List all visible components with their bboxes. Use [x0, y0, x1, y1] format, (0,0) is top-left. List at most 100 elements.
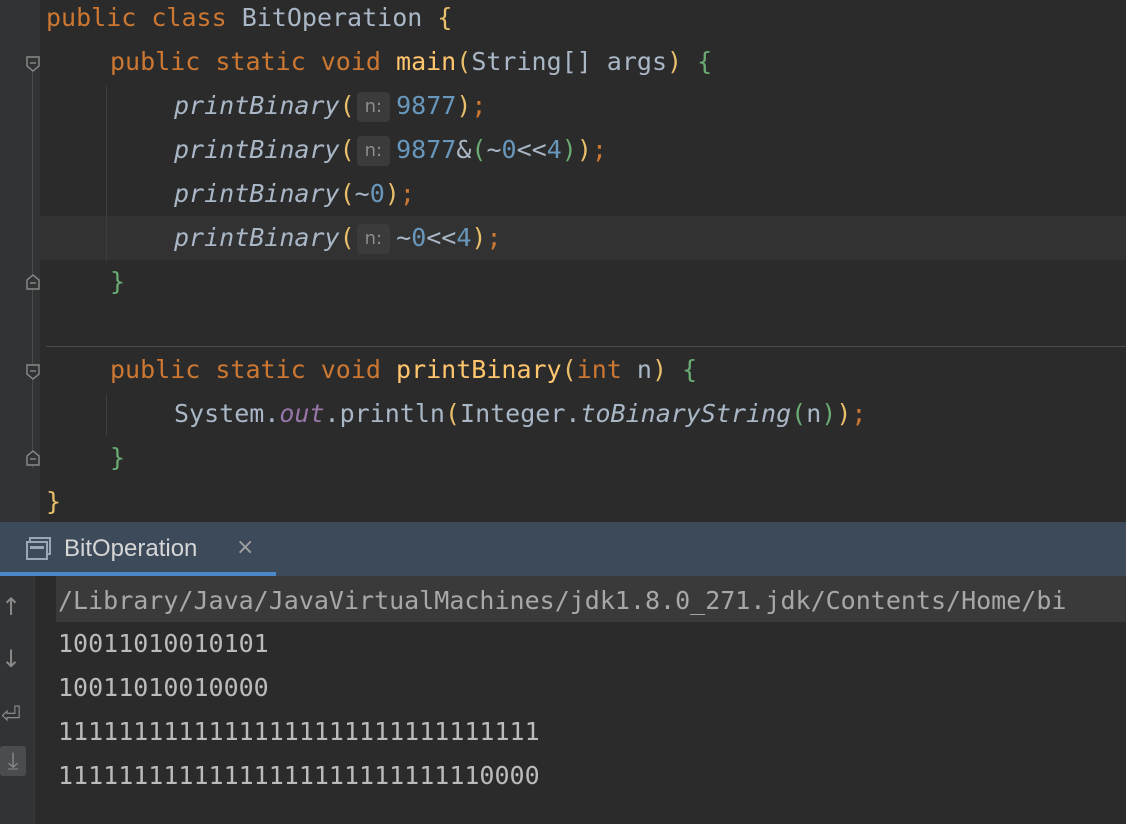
fold-guide — [32, 64, 33, 468]
dot: . — [565, 399, 581, 428]
paren: ) — [651, 355, 668, 384]
keyword: class — [151, 3, 227, 32]
operator: ~ — [396, 223, 412, 252]
indent-guide — [106, 86, 107, 262]
param-type: int — [576, 355, 622, 384]
method-name: main — [396, 47, 457, 76]
code-line[interactable]: public class BitOperation { — [46, 0, 452, 40]
output-line: 10011010010101 — [58, 629, 269, 658]
keyword: void — [320, 47, 381, 76]
keyword: static — [215, 355, 306, 384]
number-literal: 0 — [501, 135, 517, 164]
operator: << — [516, 135, 547, 164]
soft-wrap-icon[interactable]: ⏎ — [0, 700, 22, 730]
command-line: /Library/Java/JavaVirtualMachines/jdk1.8… — [58, 586, 1067, 615]
class-ref: Integer — [460, 399, 566, 428]
scroll-to-end-icon[interactable]: ⤓ — [0, 746, 26, 776]
paren: ( — [561, 355, 577, 384]
paren: ) — [576, 135, 592, 164]
fold-icon[interactable] — [26, 56, 40, 72]
method-call: println — [339, 399, 445, 428]
paren: ( — [791, 399, 807, 428]
parameter-hint: n: — [356, 136, 391, 166]
code-line[interactable]: public static void printBinary(int n) { — [110, 348, 697, 392]
number-literal: 4 — [456, 223, 472, 252]
param-name: n — [806, 399, 822, 428]
method-call: printBinary — [174, 179, 340, 208]
semicolon: ; — [471, 91, 487, 120]
up-arrow-icon[interactable]: ↑ — [0, 592, 22, 622]
semicolon: ; — [591, 135, 607, 164]
run-panel-header: BitOperation × — [0, 522, 1126, 576]
paren: ) — [384, 179, 400, 208]
code-line[interactable]: public static void main(String[] args) { — [110, 40, 712, 84]
number-literal: 9877 — [396, 135, 457, 164]
console-output[interactable]: /Library/Java/JavaVirtualMachines/jdk1.8… — [46, 576, 1126, 824]
number-literal: 9877 — [396, 91, 457, 120]
param-name: n — [636, 355, 652, 384]
paren: ) — [821, 399, 837, 428]
code-line[interactable]: printBinary(n: ~0<<4); — [174, 216, 502, 260]
keyword: public — [46, 3, 137, 32]
semicolon: ; — [399, 179, 415, 208]
code-line[interactable]: printBinary(~0); — [174, 172, 415, 216]
code-line[interactable]: System.out.println(Integer.toBinaryStrin… — [174, 392, 866, 436]
code-line[interactable]: } — [110, 436, 125, 480]
run-panel: BitOperation × ↑ ↓ ⏎ ⤓ /Library/Java/Jav… — [0, 522, 1126, 824]
run-toolbar: ↑ ↓ ⏎ ⤓ — [0, 576, 35, 824]
code-line[interactable]: } — [46, 480, 61, 522]
operator: & — [456, 135, 472, 164]
console-icon — [26, 537, 52, 561]
method-call: printBinary — [174, 223, 340, 252]
output-line: 11111111111111111111111111111111 — [58, 717, 540, 746]
output-line: 11111111111111111111111111110000 — [58, 761, 540, 790]
paren: ( — [444, 399, 461, 428]
parameter-hint: n: — [356, 224, 391, 254]
semicolon: ; — [486, 223, 502, 252]
brace: { — [697, 47, 713, 76]
paren: ( — [339, 91, 355, 120]
number-literal: 4 — [546, 135, 562, 164]
paren: ) — [456, 91, 472, 120]
paren: ( — [339, 179, 355, 208]
paren: ( — [456, 47, 472, 76]
method-call: printBinary — [174, 91, 340, 120]
param-type: String[] — [471, 47, 592, 76]
operator: ~ — [354, 179, 370, 208]
paren: ) — [471, 223, 487, 252]
dot: . — [324, 399, 340, 428]
brace: { — [437, 3, 453, 32]
number-literal: 0 — [369, 179, 385, 208]
fold-end-icon[interactable] — [26, 450, 40, 466]
paren: ) — [836, 399, 852, 428]
code-line[interactable]: } — [110, 260, 125, 304]
operator: << — [426, 223, 457, 252]
down-arrow-icon[interactable]: ↓ — [0, 644, 22, 674]
paren: ) — [667, 47, 683, 76]
fold-icon[interactable] — [26, 364, 40, 380]
dot: . — [264, 399, 280, 428]
paren: ( — [471, 135, 487, 164]
paren: ( — [339, 223, 355, 252]
tab-bitoperation[interactable]: BitOperation × — [0, 522, 276, 576]
fold-end-icon[interactable] — [26, 274, 40, 290]
semicolon: ; — [851, 399, 867, 428]
keyword: public — [110, 47, 201, 76]
brace: { — [682, 355, 698, 384]
editor-gutter — [0, 0, 40, 522]
keyword: public — [110, 355, 201, 384]
output-line: 10011010010000 — [58, 673, 269, 702]
method-call: printBinary — [174, 135, 340, 164]
method-separator — [46, 346, 1126, 347]
tab-label: BitOperation — [64, 535, 198, 562]
code-editor[interactable]: public class BitOperation { public stati… — [0, 0, 1126, 522]
parameter-hint: n: — [356, 92, 391, 122]
paren: ) — [561, 135, 577, 164]
code-line[interactable]: printBinary(n: 9877); — [174, 84, 486, 128]
code-line[interactable]: printBinary(n: 9877&(~0<<4)); — [174, 128, 607, 172]
class-ref: System — [174, 399, 265, 428]
class-name: BitOperation — [241, 3, 423, 32]
param-name: args — [606, 47, 668, 76]
close-icon[interactable]: × — [236, 535, 254, 560]
number-literal: 0 — [411, 223, 427, 252]
